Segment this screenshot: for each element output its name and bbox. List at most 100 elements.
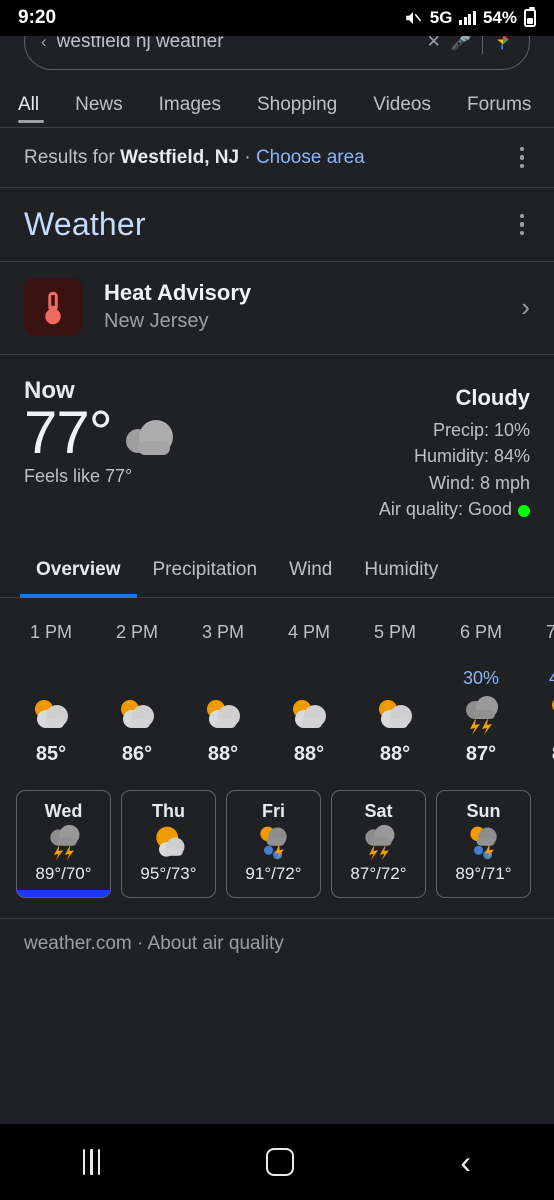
sun-behind-cloud-icon xyxy=(94,691,180,739)
current-temperature: 77° xyxy=(24,399,113,466)
search-bar[interactable]: ‹ westfield nj weather ✕ 🎤 xyxy=(24,36,530,70)
day-label: Wed xyxy=(44,800,83,821)
sun-behind-cloud-icon xyxy=(8,691,94,739)
day-temp-range: 89°/70° xyxy=(35,863,92,883)
hourly-item[interactable]: 7 PM 40% 88° xyxy=(524,598,554,766)
heat-advisory-row[interactable]: Heat Advisory New Jersey › xyxy=(0,262,554,355)
hour-time: 3 PM xyxy=(201,621,244,642)
tab-news[interactable]: News xyxy=(57,94,141,127)
sun-behind-cloud-icon xyxy=(266,691,352,739)
hourly-item[interactable]: 3 PM 88° xyxy=(180,598,266,766)
signal-bars-icon xyxy=(459,11,476,25)
day-temp-range: 95°/73° xyxy=(140,863,197,883)
tab-forums[interactable]: Forums xyxy=(449,94,549,127)
choose-area-link[interactable]: Choose area xyxy=(256,147,365,168)
search-input[interactable]: westfield nj weather xyxy=(57,36,417,53)
chevron-right-icon[interactable]: › xyxy=(521,292,530,323)
sun-behind-cloud-icon xyxy=(122,822,215,864)
status-bar-time: 9:20 xyxy=(18,7,57,28)
weather-detail-tabs: Overview Precipitation Wind Humidity xyxy=(0,545,554,598)
results-for-text: Results for Westfield, NJ · Choose area xyxy=(24,147,365,169)
battery-percent-label: 54% xyxy=(482,8,517,27)
page-title: Weather xyxy=(24,206,146,242)
day-label: Thu xyxy=(152,800,185,821)
hour-precip xyxy=(8,665,94,691)
thunderstorm-icon xyxy=(438,691,524,739)
hourly-item[interactable]: 5 PM 88° xyxy=(352,598,438,766)
hour-precip xyxy=(352,665,438,691)
hour-temp: 88° xyxy=(207,742,239,765)
recents-icon[interactable] xyxy=(82,1149,101,1175)
hour-time: 6 PM xyxy=(459,621,502,642)
day-temp-range: 87°/72° xyxy=(350,863,407,883)
status-bar-right: 5G 54% xyxy=(403,7,536,28)
hour-precip xyxy=(266,665,352,691)
tab-images[interactable]: Images xyxy=(141,94,239,127)
hour-temp: 85° xyxy=(35,742,67,765)
feels-like: Feels like 77° xyxy=(24,466,133,486)
footer-attribution[interactable]: weather.com · About air quality xyxy=(24,933,530,955)
hour-time: 4 PM xyxy=(287,621,330,642)
hour-precip: 40% xyxy=(548,667,554,688)
cloud-icon xyxy=(125,420,173,455)
tab-precipitation[interactable]: Precipitation xyxy=(137,545,274,597)
search-bar-container: ‹ westfield nj weather ✕ 🎤 xyxy=(0,36,554,76)
precip-stat: Precip: 10% xyxy=(432,420,530,440)
current-temp-row: 77° xyxy=(24,401,180,464)
air-quality-dot xyxy=(518,504,530,517)
back-icon[interactable]: ‹ xyxy=(460,1146,471,1178)
tab-humidity[interactable]: Humidity xyxy=(348,545,454,597)
day-label: Sat xyxy=(364,800,393,821)
hour-temp: 88° xyxy=(524,743,554,766)
thunderstorm-icon xyxy=(332,822,425,864)
tab-wind[interactable]: Wind xyxy=(273,545,348,597)
hour-temp: 88° xyxy=(293,742,325,765)
current-right: Cloudy Precip: 10% Humidity: 84% Wind: 8… xyxy=(379,377,530,523)
search-divider xyxy=(482,36,483,54)
tab-shopping[interactable]: Shopping xyxy=(239,94,355,127)
tab-overview[interactable]: Overview xyxy=(20,545,137,598)
android-nav-bar: ‹ xyxy=(0,1124,554,1200)
daily-card[interactable]: Thu 95°/73° xyxy=(121,789,216,898)
daily-card[interactable]: Sun 89°/71° xyxy=(436,789,531,898)
sun-rain-thunder-icon xyxy=(524,691,554,739)
current-left: Now 77° Feels like 77° xyxy=(24,377,180,523)
mute-icon xyxy=(406,12,421,24)
sun-rain-thunder-icon xyxy=(227,822,320,864)
results-for-bar: Results for Westfield, NJ · Choose area xyxy=(0,128,554,188)
google-lens-icon[interactable] xyxy=(493,36,513,52)
daily-card[interactable]: Sat 87°/72° xyxy=(331,789,426,898)
hourly-item[interactable]: 1 PM 85° xyxy=(8,598,94,766)
results-for-menu-icon[interactable] xyxy=(514,141,531,175)
daily-card[interactable]: Wed 89°/70° xyxy=(16,789,111,898)
hour-precip: 30% xyxy=(462,667,500,688)
tab-all[interactable]: All xyxy=(18,94,57,127)
hour-time: 5 PM xyxy=(373,621,416,642)
clear-icon[interactable]: ✕ xyxy=(427,36,441,52)
advisory-subtitle: New Jersey xyxy=(104,310,209,333)
weather-header: Weather xyxy=(0,188,554,262)
hour-precip xyxy=(180,665,266,691)
daily-forecast-strip[interactable]: Wed 89°/70° Thu 95°/73° Fri 91°/72° Sat … xyxy=(0,766,554,898)
sun-behind-cloud-icon xyxy=(352,691,438,739)
daily-card[interactable]: Fri 91°/72° xyxy=(226,789,321,898)
current-conditions: Now 77° Feels like 77° Cloudy Precip: 10… xyxy=(0,355,554,523)
hourly-forecast-strip[interactable]: 1 PM 85° 2 PM 86° 3 PM 88° 4 PM 88° 5 PM… xyxy=(0,598,554,766)
advisory-text: Heat Advisory New Jersey xyxy=(104,279,499,336)
hourly-item[interactable]: 6 PM 30% 87° xyxy=(438,598,524,766)
hourly-item[interactable]: 2 PM 86° xyxy=(94,598,180,766)
day-label: Sun xyxy=(466,800,501,821)
back-arrow-icon[interactable]: ‹ xyxy=(41,36,47,52)
weather-kebab-menu-icon[interactable] xyxy=(514,208,531,242)
sun-behind-cloud-icon xyxy=(180,691,266,739)
day-temp-range: 89°/71° xyxy=(455,863,512,883)
condition-label: Cloudy xyxy=(455,385,530,410)
battery-icon xyxy=(524,7,536,27)
hourly-item[interactable]: 4 PM 88° xyxy=(266,598,352,766)
phone-screen: 9:20 5G 54% ‹ westfield nj weather ✕ 🎤 A… xyxy=(0,0,554,1200)
tab-videos[interactable]: Videos xyxy=(355,94,449,127)
microphone-icon[interactable]: 🎤 xyxy=(451,36,472,52)
sun-rain-thunder-icon xyxy=(437,822,530,864)
status-bar: 9:20 5G 54% xyxy=(0,0,554,36)
home-icon[interactable] xyxy=(266,1148,295,1176)
